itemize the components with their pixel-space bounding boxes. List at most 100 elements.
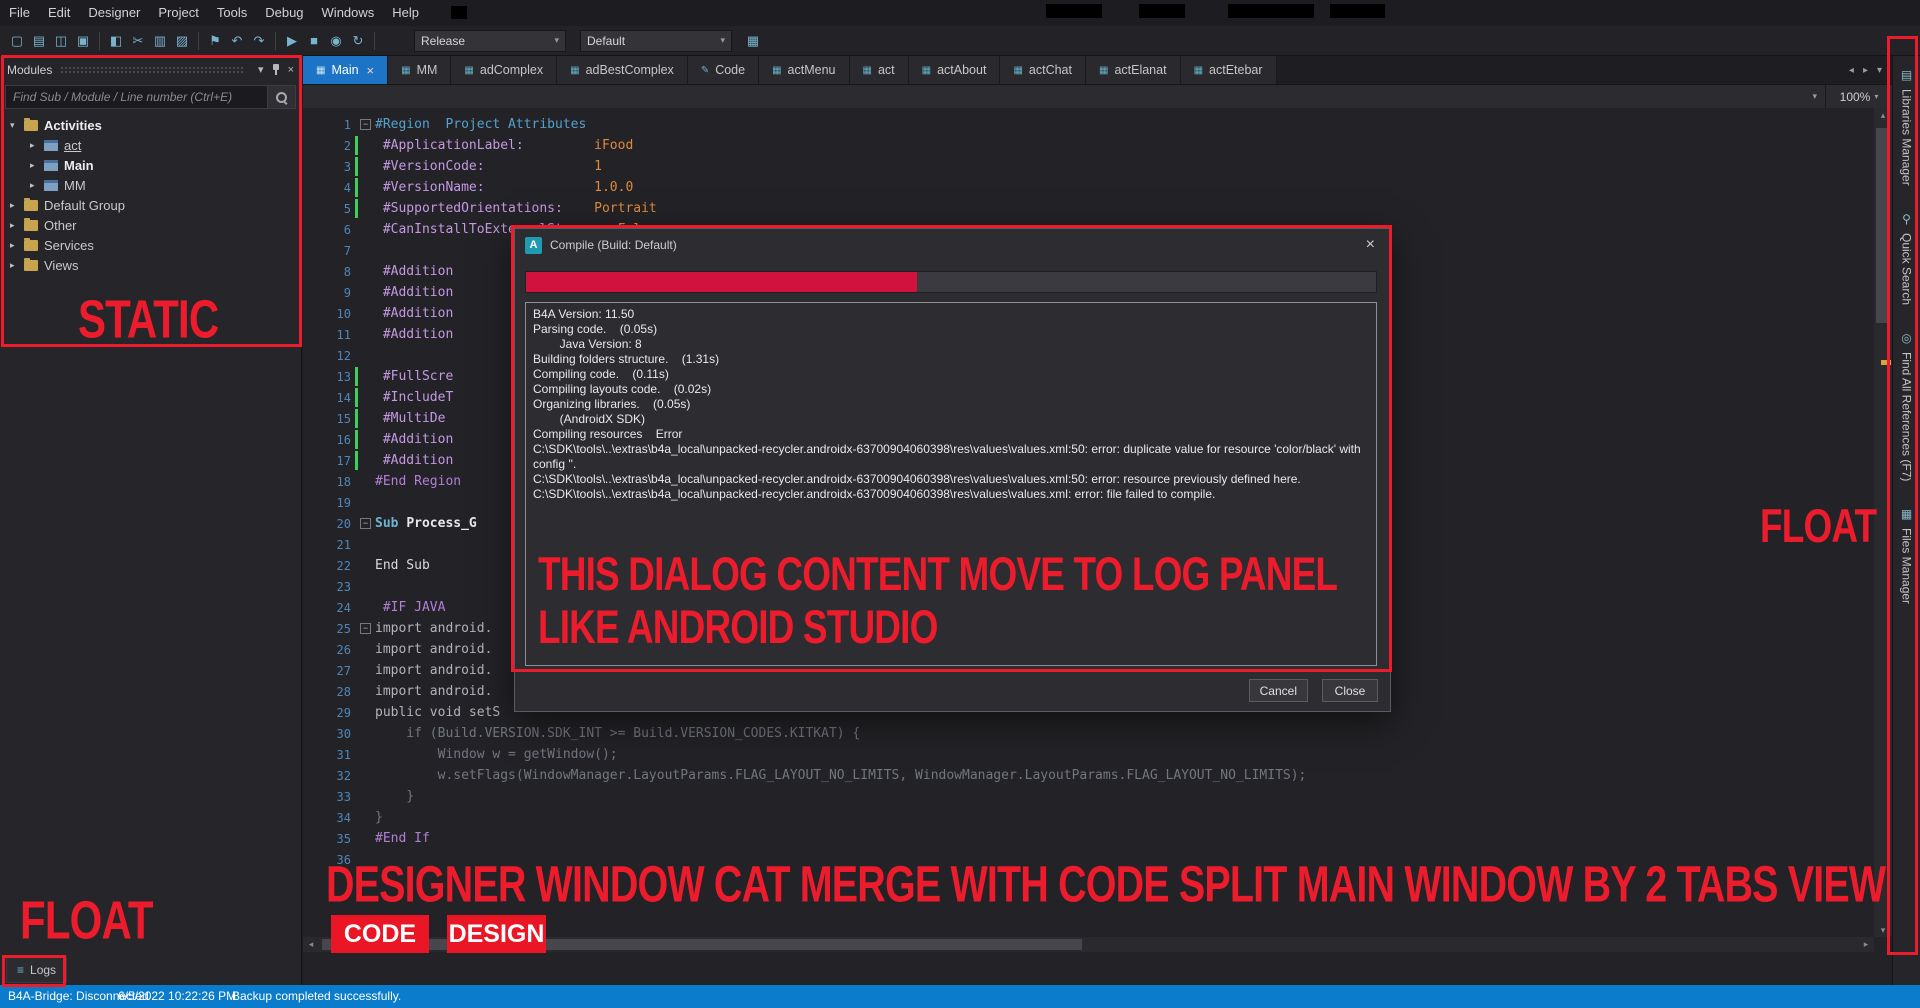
separator[interactable] <box>374 31 375 50</box>
document-tab[interactable]: ✎ Code <box>687 56 760 84</box>
expander-arrow-icon[interactable]: ▸ <box>30 160 44 171</box>
code-line[interactable]: 3 #VersionCode: 1 <box>303 156 1874 177</box>
document-tab[interactable]: ▦ Main × <box>303 56 389 84</box>
panel-drag-grip[interactable] <box>60 65 244 74</box>
cancel-button[interactable]: Cancel <box>1248 679 1308 702</box>
scroll-up-icon[interactable]: ▴ <box>1874 108 1892 122</box>
designer-icon[interactable]: ◧ <box>105 30 127 52</box>
tree-item[interactable]: ▸ Other <box>0 215 301 235</box>
run-icon[interactable]: ▶ <box>281 30 303 52</box>
tab-scroll-left-icon[interactable]: ◂ <box>1849 65 1854 76</box>
code-line[interactable]: 33 } <box>303 786 1874 807</box>
tab-list-dropdown-icon[interactable]: ▾ <box>1877 65 1882 76</box>
panel-collapse-icon[interactable]: ▾ <box>258 63 264 76</box>
close-button[interactable]: Close <box>1322 679 1378 702</box>
menu-item[interactable]: File <box>0 0 39 26</box>
document-tab[interactable]: ▦ actEtebar <box>1180 56 1277 84</box>
menu-item[interactable]: Debug <box>256 0 312 26</box>
menu-item[interactable]: Project <box>149 0 207 26</box>
document-tab[interactable]: ▦ actElanat <box>1085 56 1181 84</box>
open-project-icon[interactable]: ▤ <box>28 30 50 52</box>
horizontal-scroll-thumb[interactable] <box>322 939 1082 950</box>
save-all-icon[interactable]: ▣ <box>72 30 94 52</box>
panel-close-icon[interactable]: × <box>288 64 294 76</box>
pin-icon[interactable] <box>271 63 281 76</box>
code-line[interactable]: 32 w.setFlags(WindowManager.LayoutParams… <box>303 765 1874 786</box>
document-tab[interactable]: ▦ MM <box>388 56 452 84</box>
menu-item[interactable]: Edit <box>39 0 79 26</box>
menu-item[interactable]: Designer <box>79 0 149 26</box>
code-line[interactable]: 36 <box>303 849 1874 870</box>
search-button[interactable] <box>268 85 296 109</box>
vertical-scroll-thumb[interactable] <box>1876 128 1890 323</box>
tree-item[interactable]: ▸ Services <box>0 235 301 255</box>
cut-icon[interactable]: ✂ <box>127 30 149 52</box>
bridge-icon[interactable]: ◉ <box>325 30 347 52</box>
expander-arrow-icon[interactable]: ▸ <box>10 260 24 271</box>
tree-item[interactable]: ▸ Default Group <box>0 195 301 215</box>
menu-item[interactable]: Windows <box>313 0 384 26</box>
vertical-scrollbar[interactable]: ▴ ▾ <box>1874 108 1892 937</box>
scroll-left-icon[interactable]: ◂ <box>303 939 319 950</box>
document-tab[interactable]: ▦ actAbout <box>908 56 1001 84</box>
separator[interactable] <box>99 31 100 50</box>
bookmark-icon[interactable]: ⚑ <box>204 30 226 52</box>
expander-arrow-icon[interactable]: ▸ <box>10 200 24 211</box>
code-line[interactable]: 1 − #Region Project Attributes <box>303 114 1874 135</box>
expander-arrow-icon[interactable]: ▸ <box>30 140 44 151</box>
expander-arrow-icon[interactable]: ▾ <box>10 120 24 131</box>
grid-icon[interactable]: ▦ <box>742 30 764 52</box>
menu-item[interactable]: Help <box>383 0 428 26</box>
member-selector-combo[interactable]: ▾ <box>303 85 1826 108</box>
editor-zoom-control[interactable]: 100% ▾ <box>1826 85 1892 108</box>
files-manager-tab[interactable]: ▦ Files Manager <box>1900 507 1914 604</box>
logs-panel-tab[interactable]: ≡ Logs <box>6 957 68 983</box>
document-tab[interactable]: ▦ adBestComplex <box>557 56 688 84</box>
scroll-down-icon[interactable]: ▾ <box>1874 923 1892 937</box>
copy-icon[interactable]: ▥ <box>149 30 171 52</box>
tree-item[interactable]: ▾ Activities <box>0 115 301 135</box>
document-tab[interactable]: ▦ adComplex <box>451 56 558 84</box>
module-search-input[interactable] <box>5 85 268 109</box>
fold-toggle-icon[interactable]: − <box>360 623 371 634</box>
clean-project-icon[interactable]: ↻ <box>347 30 369 52</box>
expander-arrow-icon[interactable]: ▸ <box>30 180 44 191</box>
undo-icon[interactable]: ↶ <box>226 30 248 52</box>
fold-toggle-icon[interactable]: − <box>360 518 371 529</box>
tree-item[interactable]: ▸ Views <box>0 255 301 275</box>
code-line[interactable]: 31 Window w = getWindow(); <box>303 744 1874 765</box>
document-tab[interactable]: ▦ act <box>849 56 909 84</box>
separator[interactable] <box>198 31 199 50</box>
redo-icon[interactable]: ↷ <box>248 30 270 52</box>
tab-close-icon[interactable]: × <box>367 63 375 78</box>
stop-icon[interactable]: ■ <box>303 30 325 52</box>
expander-arrow-icon[interactable]: ▸ <box>10 220 24 231</box>
dialog-close-icon[interactable]: × <box>1361 236 1380 254</box>
document-tab[interactable]: ▦ actMenu <box>759 56 850 84</box>
code-line[interactable]: 35 #End If <box>303 828 1874 849</box>
expander-arrow-icon[interactable]: ▸ <box>10 240 24 251</box>
document-tab[interactable]: ▦ actChat <box>1000 56 1086 84</box>
scroll-right-icon[interactable]: ▸ <box>1858 939 1874 950</box>
tree-item[interactable]: ▸ act <box>0 135 301 155</box>
code-line[interactable]: 2 #ApplicationLabel: iFood <box>303 135 1874 156</box>
menu-item[interactable]: Tools <box>208 0 256 26</box>
tree-item[interactable]: ▸ MM <box>0 175 301 195</box>
build-configuration-dropdown[interactable]: Release ▾ <box>414 29 566 52</box>
code-line[interactable]: 34 } <box>303 807 1874 828</box>
find-all-references-tab[interactable]: ◎ Find All References (F7) <box>1900 331 1914 481</box>
code-line[interactable]: 30 if (Build.VERSION.SDK_INT >= Build.VE… <box>303 723 1874 744</box>
layout-variant-dropdown[interactable]: Default ▾ <box>580 29 732 52</box>
libraries-manager-tab[interactable]: ▤ Libraries Manager <box>1900 68 1914 186</box>
paste-icon[interactable]: ▨ <box>171 30 193 52</box>
new-project-icon[interactable]: ▢ <box>6 30 28 52</box>
separator[interactable] <box>275 31 276 50</box>
tab-scroll-right-icon[interactable]: ▸ <box>1863 65 1868 76</box>
save-icon[interactable]: ◫ <box>50 30 72 52</box>
fold-toggle-icon[interactable]: − <box>360 119 371 130</box>
quick-search-tab[interactable]: ⚲ Quick Search <box>1900 212 1914 305</box>
dialog-titlebar[interactable]: A Compile (Build: Default) × <box>515 229 1390 261</box>
tree-item[interactable]: ▸ Main <box>0 155 301 175</box>
code-line[interactable]: 5 #SupportedOrientations: Portrait <box>303 198 1874 219</box>
code-line[interactable]: 4 #VersionName: 1.0.0 <box>303 177 1874 198</box>
